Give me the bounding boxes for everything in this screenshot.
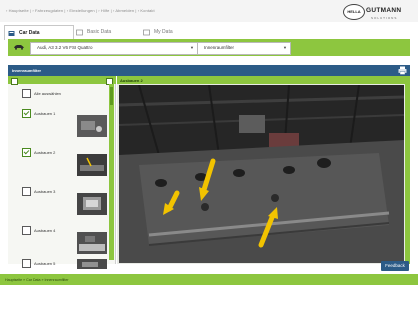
list-item-label: Ausbauen 3 (34, 188, 56, 194)
collapse-icon[interactable] (11, 77, 18, 85)
section-title: Innenraumfilter (12, 68, 42, 73)
step-image-header: Ausbauen 2 (117, 76, 410, 84)
list-item-label: Ausbauen 4 (34, 227, 56, 233)
tab-car-data-label: Car Data (19, 30, 40, 36)
printer-icon[interactable] (398, 66, 407, 75)
chevron-down-icon: ▼ (190, 45, 194, 50)
step-thumbnail[interactable] (77, 232, 107, 254)
step-image-scrollbar[interactable] (405, 84, 410, 264)
step-thumbnail[interactable] (77, 154, 107, 176)
list-item-label: Ausbauen 2 (34, 149, 56, 155)
feedback-button[interactable]: Feedback (381, 261, 409, 271)
step-thumbnail[interactable] (77, 193, 107, 215)
step-image-title: Ausbauen 2 (120, 77, 143, 83)
scrollbar-thumb[interactable] (110, 87, 113, 105)
step-list-header (8, 76, 116, 85)
step-thumbnail[interactable] (77, 115, 107, 137)
component-select-value: Innenraumfilter (204, 45, 235, 50)
list-item-label: Ausbauen 5 (34, 260, 56, 266)
top-breadcrumb-links[interactable]: › Hauptseite | › Fahrzeugdaten | › Einst… (6, 8, 155, 13)
tab-my-data-label: My Data (154, 29, 173, 35)
vehicle-select-value: Audi, A3 3.2 V6 FSI Quattro (37, 45, 93, 50)
logo-mark: HELLA (343, 4, 365, 20)
status-bar: Hauptseite » Car Data » Innenraumfilter (0, 274, 418, 285)
car-icon (14, 45, 24, 50)
status-breadcrumb[interactable]: Hauptseite » Car Data » Innenraumfilter (5, 278, 69, 282)
hella-gutmann-logo: HELLA GUTMANN SOLUTIONS (343, 4, 415, 22)
logo-name: GUTMANN (366, 7, 402, 14)
step-checkbox[interactable] (22, 148, 31, 157)
car-data-icon (8, 30, 15, 36)
step-image-panel: Ausbauen 2 (117, 76, 410, 264)
top-navigation: › Hauptseite | › Fahrzeugdaten | › Einst… (0, 0, 418, 22)
section-title-bar: Innenraumfilter (8, 65, 410, 76)
component-select[interactable]: Innenraumfilter ▼ (197, 42, 291, 55)
list-item-label: Ausbauen 1 (34, 110, 56, 116)
step-thumbnail[interactable] (77, 259, 107, 269)
select-all-checkbox[interactable] (22, 89, 31, 98)
step-checkbox[interactable] (22, 226, 31, 235)
step-checkbox[interactable] (22, 109, 31, 118)
tab-basic-data-label: Basic Data (87, 29, 112, 35)
step-list-panel: Alle auswählen Ausbauen 1 Ausbauen 2 Aus… (8, 76, 116, 269)
basic-data-icon (76, 29, 83, 35)
vehicle-toolbar: Audi, A3 3.2 V6 FSI Quattro ▼ Innenraumf… (8, 39, 410, 56)
logo-subtitle: SOLUTIONS (371, 16, 398, 20)
tab-car-data[interactable]: Car Data (4, 25, 74, 40)
step-list-scrollbar[interactable] (109, 84, 114, 260)
repair-step-photo[interactable] (119, 85, 404, 263)
tab-basic-data[interactable]: Basic Data (73, 25, 127, 39)
chevron-down-icon: ▼ (283, 45, 287, 50)
step-checkbox[interactable] (22, 187, 31, 196)
list-item-label: Alle auswählen (34, 90, 61, 96)
my-data-icon (143, 29, 150, 35)
main-tabs: Car Data Basic Data My Data (0, 25, 418, 40)
step-checkbox[interactable] (22, 259, 31, 268)
tab-my-data[interactable]: My Data (140, 25, 194, 39)
vehicle-select[interactable]: Audi, A3 3.2 V6 FSI Quattro ▼ (30, 42, 198, 55)
